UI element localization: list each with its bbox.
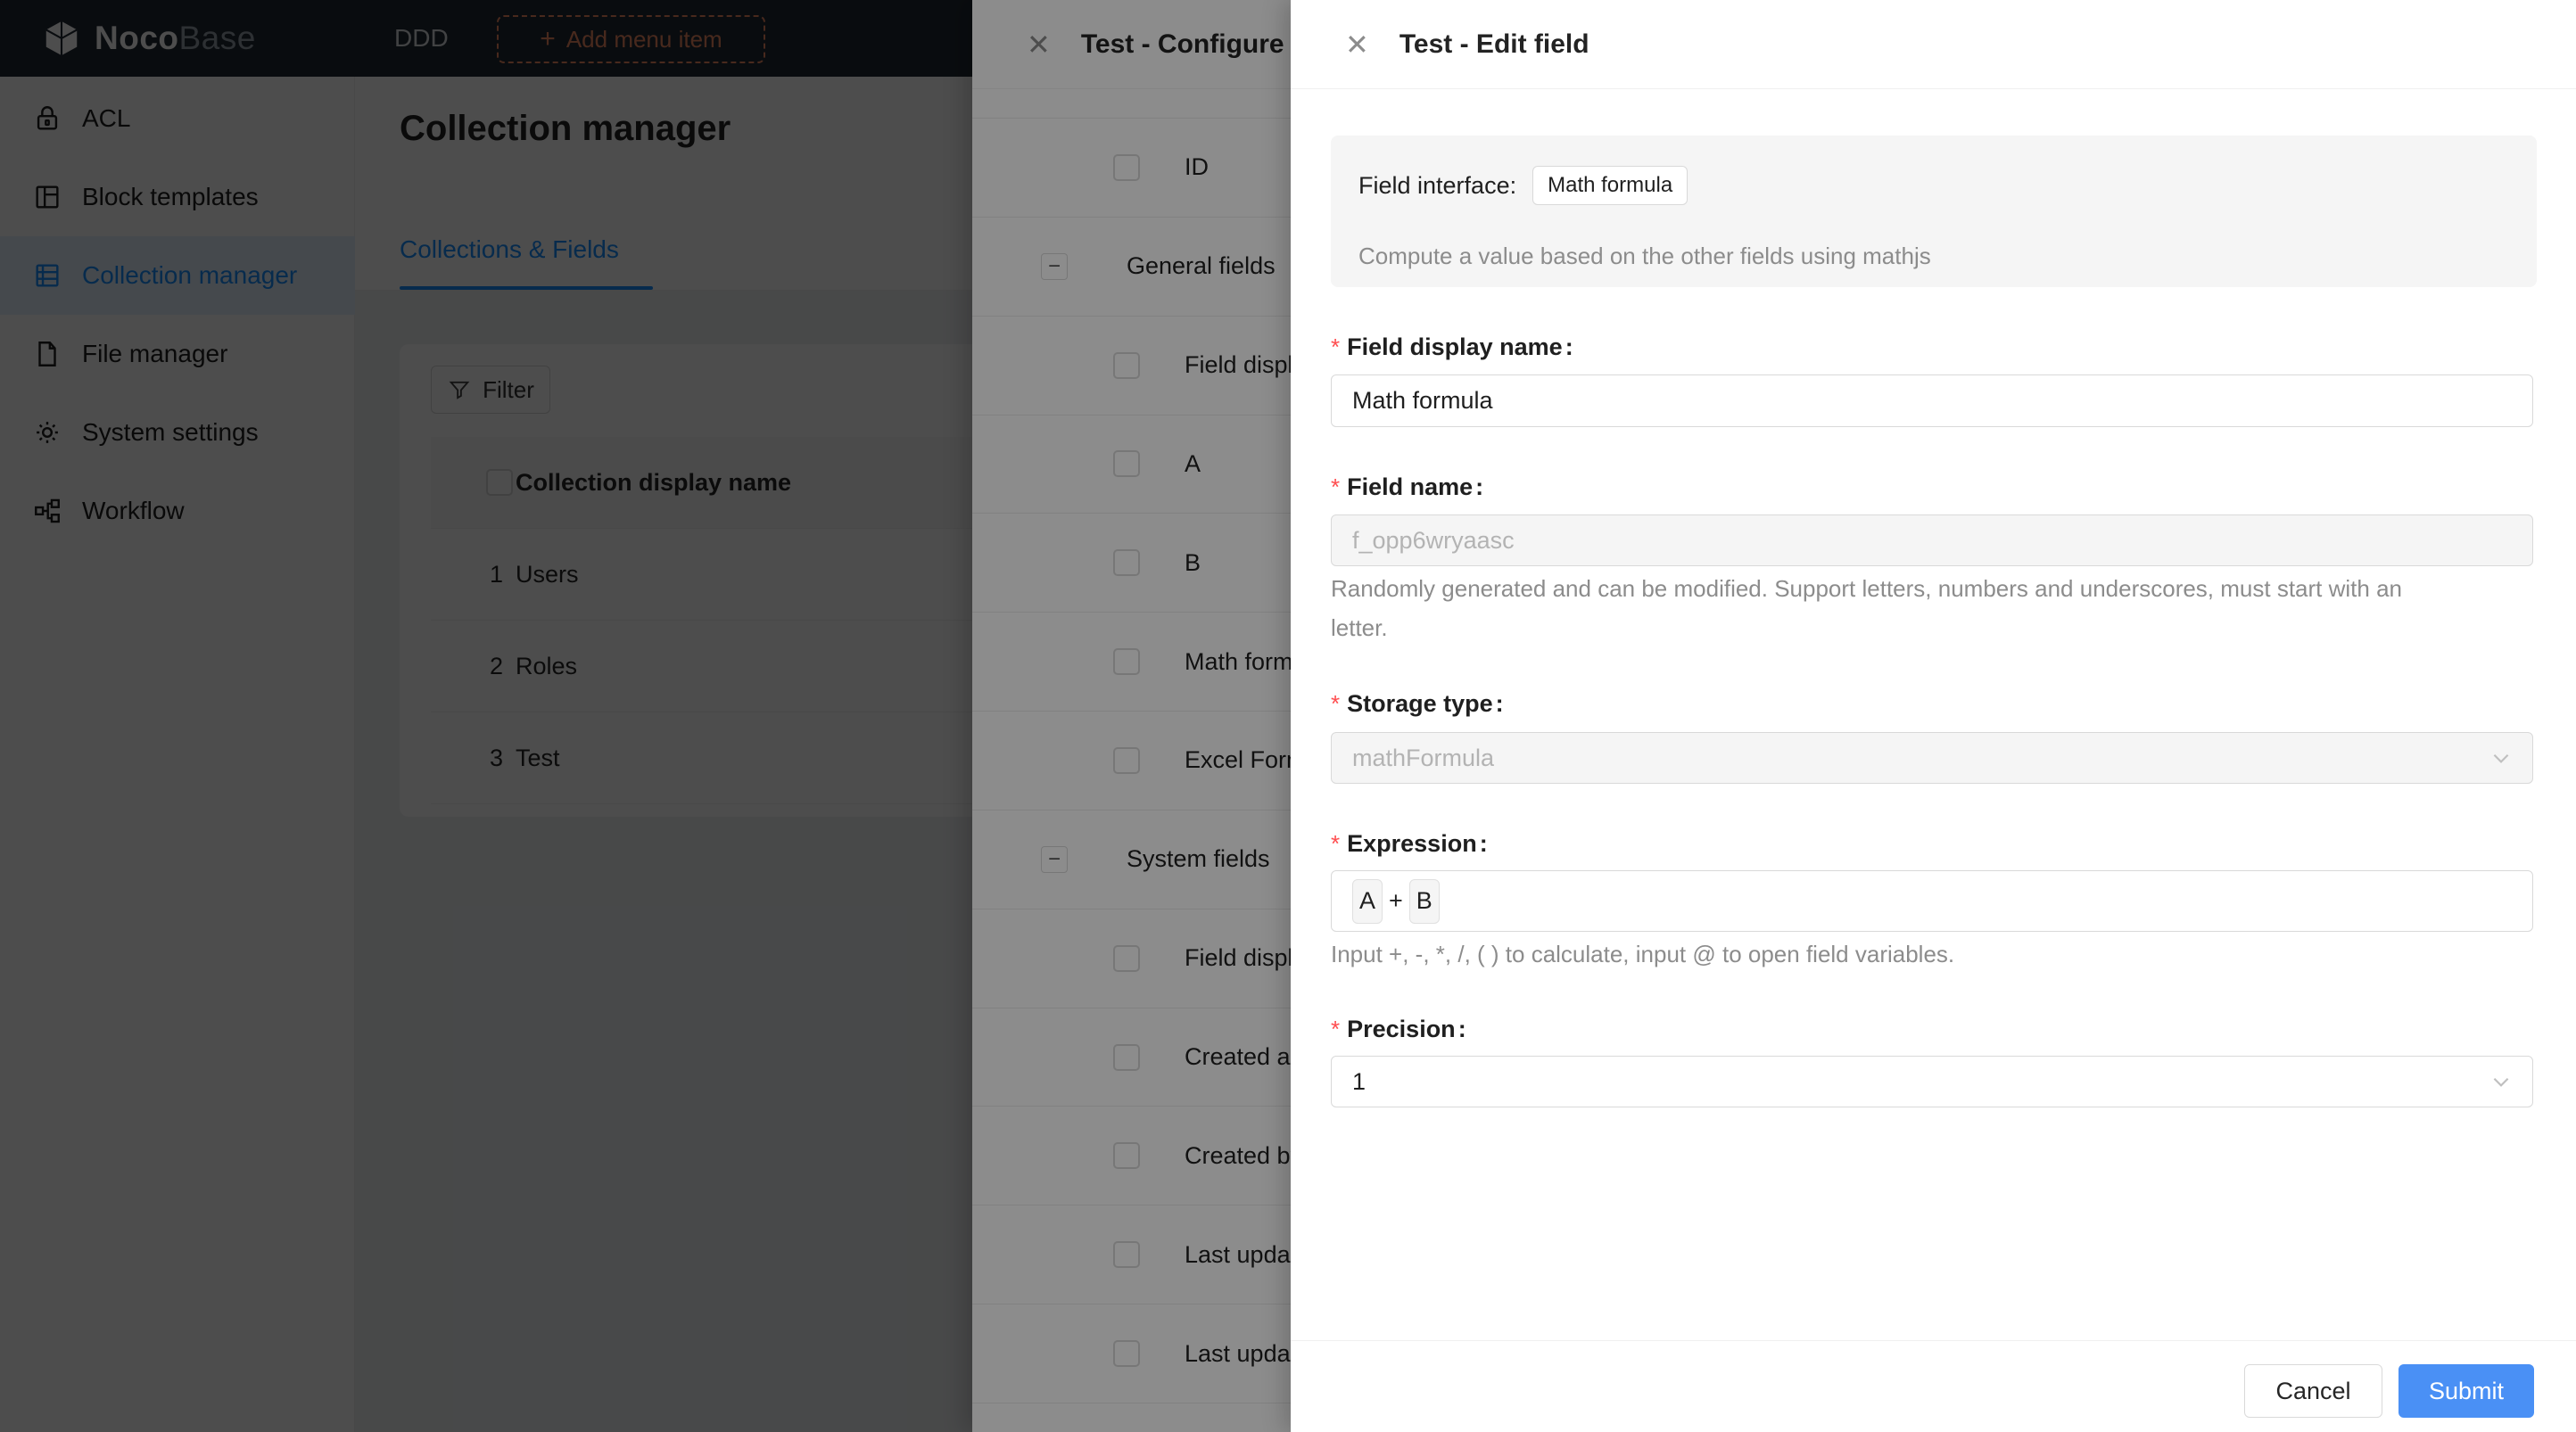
drawer-footer: Cancel Submit (1291, 1340, 2576, 1432)
submit-button[interactable]: Submit (2398, 1364, 2534, 1418)
drawer-title: Test - Edit field (1399, 29, 1589, 59)
chevron-down-icon (2489, 746, 2513, 769)
drawer-header: ✕ Test - Edit field (1291, 0, 2576, 89)
required-asterisk: * (1331, 690, 1341, 717)
expression-variable-chip: A (1352, 878, 1383, 924)
field-interface-description: Compute a value based on the other field… (1358, 243, 1931, 269)
chevron-down-icon (2489, 1070, 2513, 1093)
precision-select[interactable]: 1 (1331, 1056, 2533, 1107)
expression-variable-chip: B (1408, 878, 1440, 924)
required-asterisk: * (1331, 473, 1341, 500)
required-asterisk: * (1331, 1016, 1341, 1042)
field-interface-tag: Math formula (1532, 166, 1688, 205)
required-asterisk: * (1331, 333, 1341, 360)
precision-label: * Precision: (1331, 1016, 1466, 1042)
field-name-label: * Field name: (1331, 473, 1484, 500)
expression-input[interactable]: A + B (1331, 870, 2533, 932)
field-display-name-input[interactable]: Math formula (1331, 374, 2533, 427)
expression-operator: + (1389, 887, 1403, 914)
storage-type-select: mathFormula (1331, 732, 2533, 784)
screen: NocoBase DDD + Add menu item ACL Block t… (0, 0, 2576, 1432)
expression-label: * Expression: (1331, 830, 1488, 857)
field-name-help-text: Randomly generated and can be modified. … (1331, 575, 2402, 602)
field-name-input: f_opp6wryaasc (1331, 514, 2533, 566)
field-name-help-text: letter. (1331, 614, 1388, 641)
field-interface-panel: Field interface: Math formula Compute a … (1331, 136, 2537, 287)
field-interface-label: Field interface: (1358, 171, 1517, 199)
required-asterisk: * (1331, 830, 1341, 857)
edit-field-drawer: ✕ Test - Edit field Field interface: Mat… (1291, 0, 2576, 1432)
storage-type-label: * Storage type: (1331, 690, 1504, 717)
expression-help-text: Input +, -, *, /, ( ) to calculate, inpu… (1331, 941, 1955, 967)
close-icon[interactable]: ✕ (1345, 30, 1369, 59)
field-display-name-label: * Field display name: (1331, 333, 1573, 360)
cancel-button[interactable]: Cancel (2244, 1364, 2382, 1418)
